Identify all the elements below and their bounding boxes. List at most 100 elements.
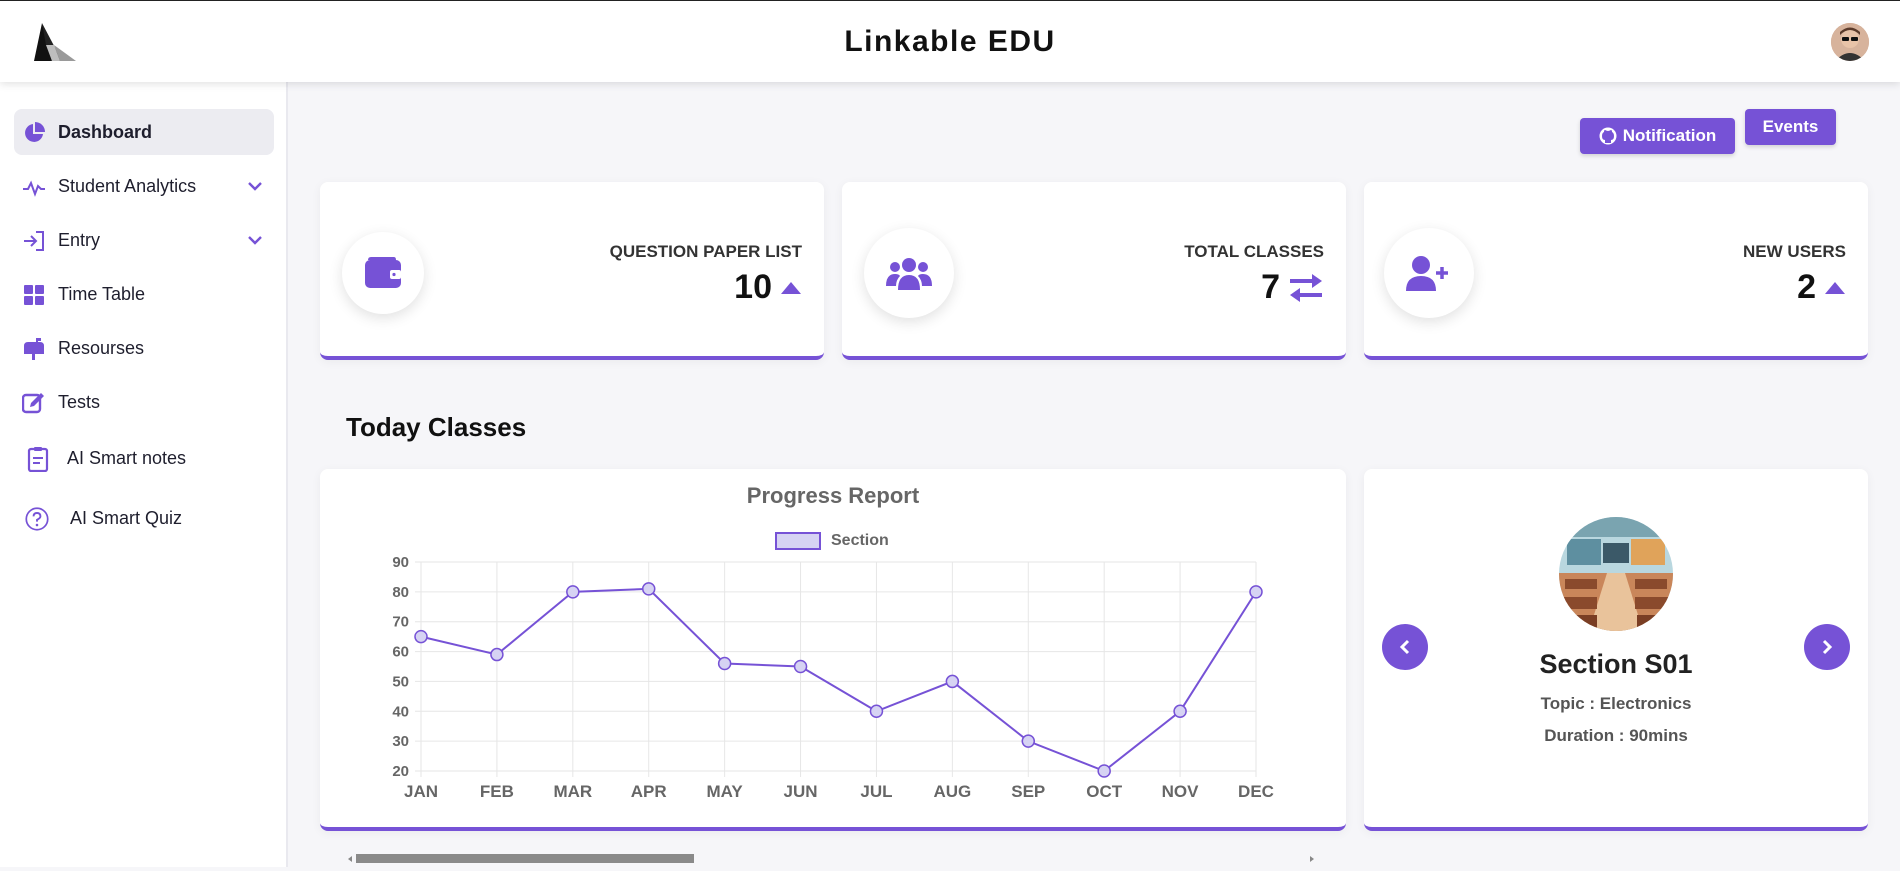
caret-up-icon xyxy=(781,281,801,294)
section-title: Today Classes xyxy=(346,412,527,442)
x-tick-label: APR xyxy=(631,782,667,801)
clipboard-icon xyxy=(26,447,50,472)
events-button[interactable]: Events xyxy=(1745,109,1836,145)
chevron-left-icon xyxy=(1399,639,1410,655)
sidebar-item-tests[interactable]: Tests xyxy=(14,379,274,425)
chevron-right-icon xyxy=(1822,639,1833,655)
stat-card-total-classes[interactable]: TOTAL CLASSES 7 xyxy=(842,182,1346,360)
class-carousel-card: Section S01 Topic : Electronics Duration… xyxy=(1364,469,1868,831)
sign-in-icon xyxy=(22,229,46,253)
scrollbar-thumb[interactable] xyxy=(356,854,694,863)
sidebar-item-label: Student Analytics xyxy=(58,176,197,196)
y-tick-label: 90 xyxy=(392,554,409,571)
stat-value-row: 2 xyxy=(1797,268,1846,307)
carousel-section-name: Section S01 xyxy=(1539,649,1693,679)
sidebar-item-resourses[interactable]: Resourses xyxy=(14,325,274,371)
sidebar-item-label: AI Smart Quiz xyxy=(70,508,183,528)
stat-card-new-users[interactable]: NEW USERS 2 xyxy=(1364,182,1868,360)
sidebar-item-ai-smart-quiz[interactable]: AI Smart Quiz xyxy=(14,495,274,541)
y-tick-label: 40 xyxy=(392,703,409,720)
pulse-icon xyxy=(22,175,46,199)
sidebar-item-label: Dashboard xyxy=(58,122,153,142)
app-title: Linkable EDU xyxy=(844,25,1056,58)
sidebar-item-label: AI Smart notes xyxy=(67,448,187,468)
progress-report-chart: 20 30 40 50 60 70 80 90 JAN FEB MAR APR MAY JUN JUL AUG… xyxy=(392,554,1274,801)
x-tick-label: MAY xyxy=(707,782,744,801)
notification-button[interactable]: Notification xyxy=(1580,118,1735,154)
sidebar-item-dashboard[interactable]: Dashboard xyxy=(14,109,274,155)
stat-card-question-paper-list[interactable]: QUESTION PAPER LIST 10 xyxy=(320,182,824,360)
x-tick-label: OCT xyxy=(1086,782,1123,801)
data-point[interactable] xyxy=(793,659,808,674)
carousel-next-button[interactable] xyxy=(1804,624,1850,670)
x-tick-label: JUL xyxy=(860,782,892,801)
stat-icon-circle xyxy=(342,232,424,314)
chart-series-line xyxy=(420,587,1257,773)
pen-square-icon xyxy=(22,391,46,415)
top-bar: Linkable EDU xyxy=(0,0,1900,82)
stat-icon-circle xyxy=(864,228,954,318)
classroom-image-icon xyxy=(1559,517,1673,631)
pie-chart-icon xyxy=(22,121,46,145)
stat-value: 7 xyxy=(1261,268,1280,306)
sidebar-item-student-analytics[interactable]: Student Analytics xyxy=(14,163,274,209)
x-tick-label: NOV xyxy=(1162,782,1200,801)
x-tick-label: SEP xyxy=(1011,782,1045,801)
question-circle-icon xyxy=(25,507,49,531)
data-point[interactable] xyxy=(566,585,580,599)
data-point[interactable] xyxy=(490,647,504,662)
carousel-duration: Duration : 90mins xyxy=(1544,726,1688,745)
events-label: Events xyxy=(1762,117,1819,136)
series-line-section xyxy=(420,587,1257,773)
chevron-down-icon[interactable] xyxy=(246,177,264,195)
grid-icon xyxy=(22,283,46,307)
stat-value: 2 xyxy=(1797,268,1816,306)
mailbox-icon xyxy=(22,337,46,361)
x-tick-label: FEB xyxy=(480,782,514,801)
y-tick-label: 60 xyxy=(392,644,409,661)
y-tick-label: 20 xyxy=(392,763,409,780)
github-icon xyxy=(1599,127,1617,145)
data-point[interactable] xyxy=(1173,704,1187,719)
sidebar-item-label: Entry xyxy=(58,230,101,250)
carousel-topic: Topic : Electronics xyxy=(1540,694,1692,713)
data-point[interactable] xyxy=(869,704,884,719)
sidebar-item-time-table[interactable]: Time Table xyxy=(14,271,274,317)
data-point[interactable] xyxy=(717,656,732,671)
stat-title: TOTAL CLASSES xyxy=(1184,242,1324,261)
stat-value-row: 10 xyxy=(734,268,802,307)
x-tick-label: MAR xyxy=(553,782,592,801)
sidebar-item-label: Resourses xyxy=(58,338,145,358)
data-point[interactable] xyxy=(641,582,656,596)
sidebar-item-ai-smart-notes[interactable]: AI Smart notes xyxy=(14,435,274,481)
data-point[interactable] xyxy=(1021,734,1036,748)
chevron-down-icon[interactable] xyxy=(246,231,264,249)
stat-icon-circle xyxy=(1384,228,1474,318)
horizontal-scrollbar[interactable] xyxy=(346,852,1316,866)
sidebar: Dashboard Student Analytics Entry Time T… xyxy=(0,82,288,867)
stat-title: NEW USERS xyxy=(1743,242,1846,261)
exchange-arrows-icon xyxy=(1290,273,1322,302)
sidebar-item-label: Time Table xyxy=(58,284,146,304)
caret-up-icon xyxy=(1825,281,1845,294)
stat-value-row: 7 xyxy=(1261,268,1324,307)
x-tick-label: DEC xyxy=(1238,782,1274,801)
x-tick-label: JAN xyxy=(404,782,438,801)
x-tick-label: AUG xyxy=(933,782,971,801)
sidebar-item-entry[interactable]: Entry xyxy=(14,217,274,263)
carousel-prev-button[interactable] xyxy=(1382,624,1428,670)
y-tick-label: 50 xyxy=(392,673,409,690)
data-point[interactable] xyxy=(1097,764,1111,778)
user-avatar-icon[interactable] xyxy=(1831,23,1869,61)
data-point[interactable] xyxy=(1249,585,1263,599)
y-tick-label: 30 xyxy=(392,733,409,750)
data-point[interactable] xyxy=(414,629,428,644)
users-icon xyxy=(886,258,932,290)
y-tick-label: 80 xyxy=(392,584,409,601)
x-tick-label: JUN xyxy=(784,782,818,801)
stat-title: QUESTION PAPER LIST xyxy=(609,242,802,261)
notification-label: Notification xyxy=(1622,126,1717,145)
data-point[interactable] xyxy=(945,674,960,689)
wallet-icon xyxy=(365,257,401,288)
sidebar-item-label: Tests xyxy=(58,392,101,412)
